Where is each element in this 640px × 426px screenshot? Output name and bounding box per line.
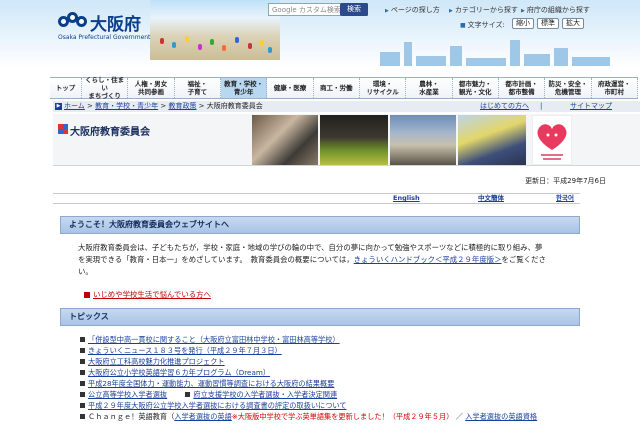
bullet-icon bbox=[80, 392, 85, 397]
font-size-normal-button[interactable]: 標準 bbox=[537, 18, 559, 29]
topic-link[interactable]: 大阪府立工科高校魅力化推進プロジェクト bbox=[88, 357, 225, 366]
topic-prefix: Ｃｈａｎｇｅ！英語教育（ bbox=[88, 412, 175, 421]
bullet-icon bbox=[80, 403, 85, 408]
global-nav: トップ くらし・住まい まちづくり 人権・男女 共同参画 福祉・ 子育て 教育・… bbox=[50, 76, 638, 100]
topic-link[interactable]: 平成２９年度大阪府公立学校入学者選抜における調査書の評定の取扱いについて bbox=[88, 401, 347, 410]
search-button[interactable]: 検索 bbox=[340, 3, 368, 16]
breadcrumb-policy[interactable]: 教育政策 bbox=[168, 102, 196, 110]
font-size-large-button[interactable]: 拡大 bbox=[562, 18, 584, 29]
lang-korean[interactable]: 한국어 bbox=[556, 194, 574, 203]
nav-commerce[interactable]: 商工・労働 bbox=[314, 78, 360, 98]
topic-item: きょういくニュース１８３号を発行（平成２９年７月３日） bbox=[80, 346, 282, 356]
breadcrumb-home[interactable]: ホーム bbox=[64, 102, 85, 110]
bullet-icon bbox=[80, 337, 85, 342]
nav-administration[interactable]: 府政運営・ 市町村 bbox=[592, 78, 638, 98]
welcome-heading: ようこそ！大阪府教育委員会ウェブサイトへ bbox=[60, 216, 580, 234]
handbook-link[interactable]: きょういくハンドブック＜平成２９年度版＞ bbox=[354, 255, 502, 264]
bullet-icon bbox=[80, 359, 85, 364]
nav-living[interactable]: くらし・住まい まちづくり bbox=[82, 76, 129, 100]
welcome-text: 大阪府教育委員会は、子どもたちが，学校・家庭・地域の学びの輪の中で、自分の夢に向… bbox=[78, 242, 578, 278]
logo-subtitle: Osaka Prefectural Government bbox=[58, 34, 151, 41]
nav-agriculture[interactable]: 農林・ 水産業 bbox=[406, 78, 453, 98]
topic-link[interactable]: 府立支援学校の入学者選抜・入学者決定関連 bbox=[193, 390, 337, 399]
logo-title: 大阪府 bbox=[90, 15, 141, 35]
sep: | bbox=[540, 102, 543, 110]
topic-item: 「併設型中高一貫校に関すること（大阪府立富田林中学校・富田林高等学校） bbox=[80, 335, 340, 345]
nav-welfare[interactable]: 福祉・ 子育て bbox=[175, 78, 221, 98]
topic-link[interactable]: 平成28年度全国体力・運動能力、運動習慣等調査における大阪府の結果概要 bbox=[88, 379, 334, 388]
link-how-to-find[interactable]: ページの探し方 bbox=[385, 5, 440, 15]
topic-link[interactable]: 大阪府公立小学校英語学習６カ年プログラム（Dream） bbox=[88, 368, 270, 377]
board-emblem-icon bbox=[58, 124, 68, 134]
banner-mascot bbox=[532, 115, 572, 165]
bullying-help-link[interactable]: いじめや学校生活で悩んでいる方へ bbox=[84, 289, 211, 300]
font-size-small-button[interactable]: 縮小 bbox=[512, 18, 534, 29]
nav-education[interactable]: 教育・学校・ 青少年 bbox=[220, 78, 268, 98]
breadcrumb-current: 大阪府教育委員会 bbox=[206, 102, 263, 110]
header-beach-photo bbox=[150, 0, 280, 60]
banner-photo-students bbox=[458, 115, 526, 165]
topic-link[interactable]: 公立高等学校入学者選抜 bbox=[88, 390, 167, 399]
topic-link[interactable]: 入学者選抜の英語資格 bbox=[465, 412, 537, 421]
font-size-label: 文字サイズ: bbox=[460, 20, 505, 30]
topics-heading: トピックス bbox=[60, 308, 580, 326]
topic-sep: ／ bbox=[455, 412, 463, 421]
updated-date: 更新日：平成29年7月6日 bbox=[525, 177, 606, 185]
banner-photo-building bbox=[390, 115, 456, 165]
welcome-line-3: い。 bbox=[78, 267, 93, 276]
link-sitemap[interactable]: サイトマップ bbox=[570, 101, 612, 112]
nav-disaster[interactable]: 防災・安全・ 危機管理 bbox=[545, 78, 592, 98]
topic-item: 平成２９年度大阪府公立学校入学者選抜における調査書の評定の取扱いについて bbox=[80, 401, 347, 411]
bullet-icon bbox=[80, 370, 85, 375]
nav-top[interactable]: トップ bbox=[50, 78, 82, 98]
breadcrumb-education[interactable]: 教育・学校・青少年 bbox=[95, 102, 158, 110]
banner-photo-classroom bbox=[252, 115, 318, 165]
topic-item: 平成28年度全国体力・運動能力、運動習慣等調査における大阪府の結果概要 bbox=[80, 379, 334, 389]
topic-item: 大阪府公立小学校英語学習６カ年プログラム（Dream） bbox=[80, 368, 270, 378]
welcome-line-2-a: を実現できる「教育・日本一」をめざしています。 教育委員会の概要については， bbox=[78, 255, 354, 264]
nav-human-rights[interactable]: 人権・男女 共同参画 bbox=[128, 78, 175, 98]
bullet-icon bbox=[185, 392, 191, 397]
lang-chinese[interactable]: 中文簡体 bbox=[478, 194, 504, 203]
nav-environment[interactable]: 環境・ リサイクル bbox=[360, 78, 407, 98]
nav-health[interactable]: 健康・医療 bbox=[267, 78, 314, 98]
topic-item: 公立高等学校入学者選抜 府立支援学校の入学者選抜・入学者決定関連 bbox=[80, 390, 337, 400]
welcome-line-2-b: をご覧くださ bbox=[501, 255, 546, 264]
bullet-icon bbox=[80, 381, 85, 386]
osaka-emblem-icon bbox=[58, 12, 88, 30]
banner-photo-sports bbox=[320, 115, 388, 165]
topic-link[interactable]: 入学者選抜の英語 bbox=[174, 412, 232, 421]
topic-item: 大阪府立工科高校魅力化推進プロジェクト bbox=[80, 357, 225, 367]
breadcrumb: ▶ ホーム > 教育・学校・青少年 > 教育政策 > 大阪府教育委員会 bbox=[53, 101, 640, 112]
topic-link[interactable]: きょういくニュース１８３号を発行（平成２９年７月３日） bbox=[88, 346, 282, 355]
link-find-by-organization[interactable]: 府庁の組織から探す bbox=[521, 5, 590, 15]
heart-mascot-icon bbox=[537, 124, 567, 160]
lang-english[interactable]: English bbox=[393, 194, 420, 203]
breadcrumb-arrow-icon: ▶ bbox=[55, 102, 62, 110]
link-find-by-category[interactable]: カテゴリーから探す bbox=[449, 5, 518, 15]
welcome-line-1: 大阪府教育委員会は、子どもたちが，学校・家庭・地域の学びの輪の中で、自分の夢に向… bbox=[78, 243, 543, 252]
banner-title: 大阪府教育委員会 bbox=[70, 127, 150, 138]
bullet-icon bbox=[80, 348, 85, 353]
topic-update-notice: ※大阪版中学校で学ぶ英単語集を更新しました！（平成２９年５月） bbox=[231, 412, 454, 421]
link-first-time[interactable]: はじめての方へ bbox=[480, 101, 529, 112]
bullet-icon bbox=[80, 414, 85, 419]
nav-culture[interactable]: 都市魅力・ 観光・文化 bbox=[453, 78, 499, 98]
nav-urban-planning[interactable]: 都市計画・ 都市整備 bbox=[499, 78, 546, 98]
topic-item: Ｃｈａｎｇｅ！英語教育（入学者選抜の英語※大阪版中学校で学ぶ英単語集を更新しまし… bbox=[80, 412, 537, 422]
welcome-line-2: を実現できる「教育・日本一」をめざしています。 教育委員会の概要については，きょ… bbox=[78, 254, 578, 266]
header-skyline bbox=[380, 34, 610, 66]
topic-link[interactable]: 「併設型中高一貫校に関すること（大阪府立富田林中学校・富田林高等学校） bbox=[88, 335, 340, 344]
